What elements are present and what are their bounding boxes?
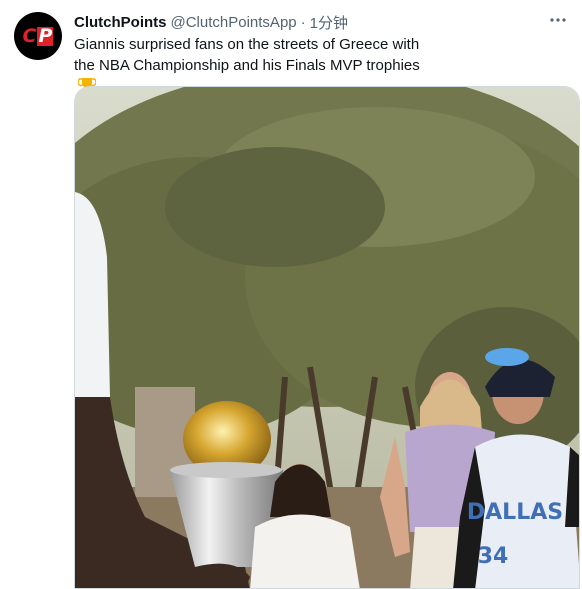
more-dots-icon (550, 18, 566, 22)
jersey-text: DALLAS (467, 500, 563, 525)
handle[interactable]: @ClutchPointsApp (171, 14, 297, 31)
timestamp[interactable]: 1分钟 (310, 12, 348, 33)
avatar[interactable]: CP (14, 12, 62, 60)
separator-dot: · (300, 13, 306, 31)
tweet-header: ClutchPoints @ClutchPointsApp · 1分钟 (74, 12, 542, 32)
display-name[interactable]: ClutchPoints (74, 14, 167, 31)
video-frame-image: DALLAS 34 (75, 87, 579, 588)
tweet-media-video[interactable]: DALLAS 34 (74, 86, 580, 589)
clutchpoints-logo: CP (22, 24, 54, 47)
tweet[interactable]: CP ClutchPoints @ClutchPointsApp · 1分钟 G… (0, 0, 582, 589)
more-icon[interactable] (548, 10, 568, 30)
jersey-number: 34 (478, 544, 509, 569)
tweet-text-body: Giannis surprised fans on the streets of… (74, 36, 420, 74)
